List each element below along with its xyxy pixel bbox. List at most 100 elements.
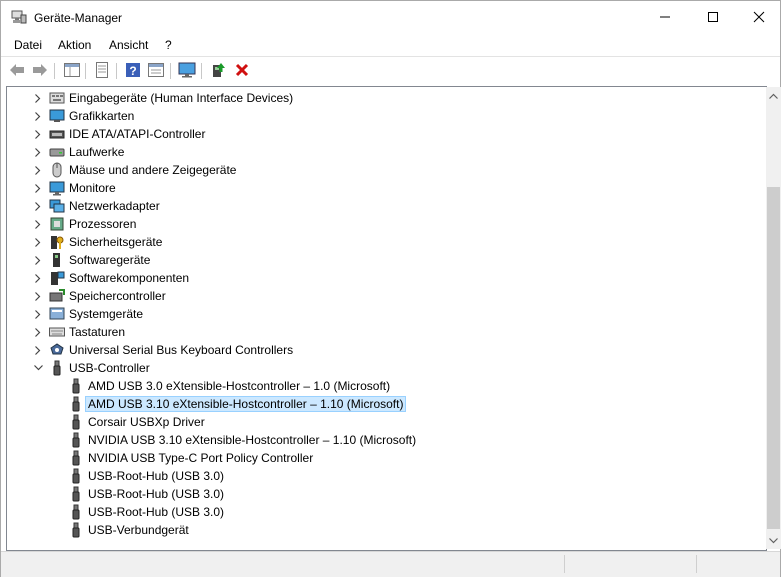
expand-toggle[interactable] — [31, 89, 45, 107]
vertical-scrollbar[interactable] — [766, 87, 781, 549]
chevron-right-icon — [35, 291, 41, 301]
chevron-right-icon — [35, 111, 41, 121]
expand-toggle[interactable] — [31, 251, 45, 269]
tree-category-label: Softwarekomponenten — [69, 271, 190, 285]
tree-device-label: USB-Verbundgerät — [88, 523, 189, 537]
minimize-button[interactable] — [642, 1, 688, 33]
device-tree[interactable]: Eingabegeräte (Human Interface Devices) G… — [6, 86, 767, 551]
tree-category[interactable]: Sicherheitsgeräte — [7, 233, 747, 251]
expand-toggle[interactable] — [31, 197, 45, 215]
hid-icon — [49, 92, 65, 104]
tree-category[interactable]: Systemgeräte — [7, 305, 747, 323]
menu-datei[interactable]: Datei — [14, 38, 42, 52]
expand-toggle[interactable] — [31, 305, 45, 323]
tree-category[interactable]: Softwaregeräte — [7, 251, 747, 269]
tree-device-item[interactable]: NVIDIA USB Type-C Port Policy Controller — [7, 449, 747, 467]
properties-button[interactable] — [93, 61, 111, 79]
expand-toggle[interactable] — [31, 107, 45, 125]
chevron-right-icon — [35, 201, 41, 211]
update-driver-icon — [213, 63, 225, 77]
uninstall-device-icon — [235, 63, 249, 77]
tree-category-label: Speichercontroller — [69, 289, 166, 303]
show-hide-tree-button[interactable] — [63, 61, 81, 79]
tree-category[interactable]: Prozessoren — [7, 215, 747, 233]
expand-toggle[interactable] — [31, 143, 45, 161]
tree-category[interactable]: Eingabegeräte (Human Interface Devices) — [7, 89, 747, 107]
tree-category[interactable]: Tastaturen — [7, 323, 747, 341]
system-device-icon — [49, 307, 65, 320]
status-bar — [1, 551, 780, 577]
chevron-right-icon — [35, 255, 41, 265]
tree-device-label: NVIDIA USB 3.10 eXtensible-Hostcontrolle… — [88, 433, 417, 447]
usb-device-icon — [72, 378, 80, 394]
tree-category-label: Eingabegeräte (Human Interface Devices) — [69, 91, 294, 105]
tree-device-item[interactable]: USB-Root-Hub (USB 3.0) — [7, 467, 747, 485]
uninstall-device-button[interactable] — [233, 61, 251, 79]
tree-category-label: IDE ATA/ATAPI-Controller — [69, 127, 206, 141]
usb-device-icon — [72, 414, 80, 430]
scan-hardware-button[interactable] — [178, 61, 196, 79]
expand-toggle[interactable] — [31, 323, 45, 341]
tree-device-item[interactable]: USB-Root-Hub (USB 3.0) — [7, 485, 747, 503]
tree-category[interactable]: Universal Serial Bus Keyboard Controller… — [7, 341, 747, 359]
tree-category[interactable]: Grafikkarten — [7, 107, 747, 125]
close-button[interactable] — [736, 1, 781, 33]
chevron-down-icon — [769, 537, 778, 543]
scrollbar-thumb[interactable] — [767, 187, 780, 529]
usb-keyboard-controller-icon — [50, 343, 64, 355]
expand-toggle[interactable] — [31, 269, 45, 287]
tree-category[interactable]: Softwarekomponenten — [7, 269, 747, 287]
expand-toggle[interactable] — [31, 233, 45, 251]
forward-button[interactable] — [31, 61, 49, 79]
view-button[interactable] — [147, 61, 165, 79]
menu-aktion[interactable]: Aktion — [58, 38, 91, 52]
tree-category[interactable]: USB-Controller — [7, 359, 747, 377]
chevron-right-icon — [35, 183, 41, 193]
tree-category[interactable]: Monitore — [7, 179, 747, 197]
processor-icon — [50, 217, 64, 231]
scroll-down-button[interactable] — [766, 532, 781, 549]
tree-device-label: NVIDIA USB Type-C Port Policy Controller — [88, 451, 314, 465]
monitor-icon — [178, 62, 196, 78]
tree-category[interactable]: Speichercontroller — [7, 287, 747, 305]
menu-help[interactable]: ? — [165, 38, 172, 52]
help-icon: ? — [126, 63, 140, 78]
tree-category-label: Grafikkarten — [69, 109, 135, 123]
tree-device-item[interactable]: Corsair USBXp Driver — [7, 413, 747, 431]
expand-toggle[interactable] — [31, 125, 45, 143]
tree-device-label: AMD USB 3.10 eXtensible-Hostcontroller –… — [85, 396, 407, 412]
chevron-down-icon — [33, 365, 43, 371]
tree-category[interactable]: Netzwerkadapter — [7, 197, 747, 215]
security-device-icon — [51, 236, 64, 249]
expand-toggle[interactable] — [31, 161, 45, 179]
show-hide-tree-icon — [64, 63, 80, 77]
scroll-up-button[interactable] — [766, 87, 781, 104]
expand-toggle[interactable] — [31, 179, 45, 197]
tree-category[interactable]: Laufwerke — [7, 143, 747, 161]
keyboard-icon — [49, 327, 65, 337]
expand-toggle[interactable] — [31, 287, 45, 305]
tree-category[interactable]: IDE ATA/ATAPI-Controller — [7, 125, 747, 143]
maximize-button[interactable] — [690, 1, 736, 33]
tree-device-item[interactable]: NVIDIA USB 3.10 eXtensible-Hostcontrolle… — [7, 431, 747, 449]
toolbar-separator — [85, 63, 86, 79]
expand-toggle[interactable] — [31, 215, 45, 233]
tree-device-item[interactable]: AMD USB 3.10 eXtensible-Hostcontroller –… — [7, 395, 747, 413]
disk-drive-icon — [49, 148, 65, 157]
collapse-toggle[interactable] — [31, 359, 45, 377]
usb-device-icon — [72, 450, 80, 466]
forward-arrow-icon — [33, 64, 47, 76]
tree-device-item[interactable]: USB-Verbundgerät — [7, 521, 747, 539]
menu-ansicht[interactable]: Ansicht — [109, 38, 148, 52]
tree-device-item[interactable]: USB-Root-Hub (USB 3.0) — [7, 503, 747, 521]
monitor-icon — [49, 181, 65, 196]
usb-device-icon — [72, 432, 80, 448]
back-button[interactable] — [8, 61, 26, 79]
chevron-right-icon — [35, 273, 41, 283]
chevron-right-icon — [35, 147, 41, 157]
tree-device-item[interactable]: AMD USB 3.0 eXtensible-Hostcontroller – … — [7, 377, 747, 395]
tree-category[interactable]: Mäuse und andere Zeigegeräte — [7, 161, 747, 179]
help-button[interactable]: ? — [124, 61, 142, 79]
update-driver-button[interactable] — [209, 61, 227, 79]
expand-toggle[interactable] — [31, 341, 45, 359]
